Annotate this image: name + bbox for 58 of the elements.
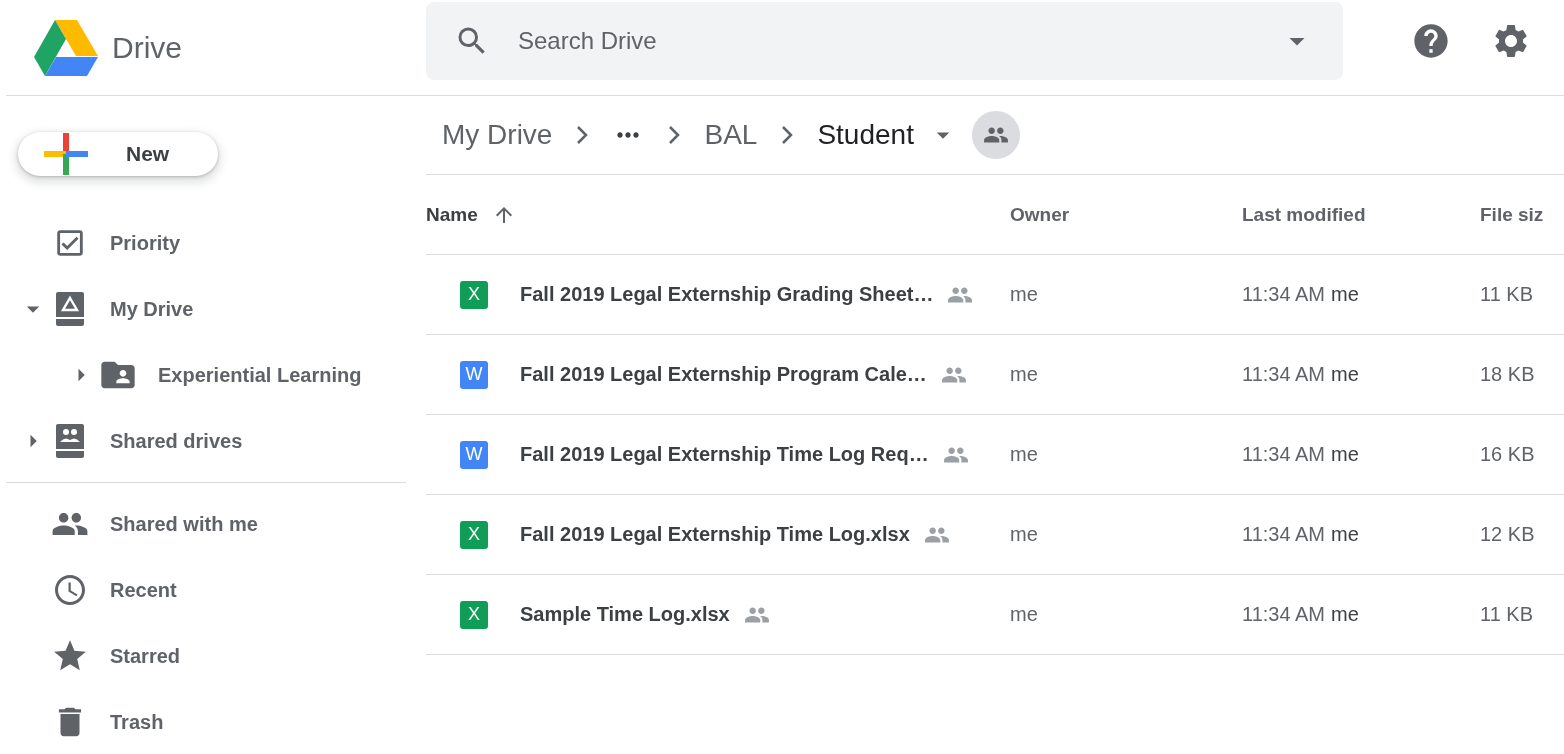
column-header[interactable]: File siz — [1480, 203, 1544, 226]
sidebar-item[interactable]: Shared drives — [110, 429, 243, 453]
modified-time: 11:34 AM — [1242, 443, 1326, 466]
column-header[interactable]: Last modified — [1242, 203, 1366, 226]
owner-cell-text: me — [1010, 603, 1039, 626]
doc-file-icon: W — [460, 440, 488, 469]
product-name: Drive — [112, 30, 182, 65]
sheet-file-icon: X — [460, 520, 488, 549]
modified-time: 11:34 AM — [1242, 603, 1326, 626]
shared-drive-icon — [53, 423, 87, 459]
modified-time: 11:34 AM — [1242, 523, 1326, 546]
sidebar-item[interactable]: Recent — [110, 578, 177, 602]
search-field[interactable]: Search Drive — [516, 25, 1253, 56]
sidebar-item[interactable]: Experiential Learning — [158, 363, 362, 387]
modified-time: 11:34 AM — [1242, 363, 1326, 386]
owner-cell-text: me — [1010, 523, 1039, 546]
doc-file-icon: W — [460, 360, 488, 389]
size-cell-text: 12 KB — [1480, 523, 1536, 546]
shared-folder-badge — [971, 111, 1020, 159]
file-name[interactable]: Fall 2019 Legal Externship Time Log.xlsx — [520, 523, 910, 546]
size-cell-text: 11 KB — [1480, 603, 1534, 626]
plus-icon — [44, 133, 88, 175]
file-name[interactable]: Fall 2019 Legal Externship Grading Sheet… — [520, 283, 934, 306]
owner-cell-text: me — [1010, 443, 1039, 466]
size-cell-text: 11 KB — [1480, 283, 1534, 306]
column-header[interactable]: Name — [426, 203, 478, 226]
modified-time: 11:34 AM — [1242, 283, 1326, 306]
new-button[interactable]: New — [18, 132, 218, 176]
modified-by: me — [1331, 283, 1359, 306]
sidebar-item[interactable]: Trash — [110, 710, 164, 734]
search-bar[interactable]: Search Drive — [426, 1, 1343, 80]
sidebar-item[interactable]: Shared with me — [110, 512, 258, 536]
chevron-icon — [576, 126, 589, 144]
sidebar-item[interactable]: My Drive — [110, 297, 194, 321]
breadcrumb-item[interactable]: BAL — [704, 119, 758, 151]
owner-cell-text: me — [1010, 283, 1039, 306]
clock-icon — [52, 572, 88, 608]
drive-icon — [53, 291, 87, 327]
sheet-file-icon: X — [460, 280, 488, 309]
modified-by: me — [1331, 363, 1359, 386]
modified-by: me — [1331, 523, 1359, 546]
size-cell-text: 16 KB — [1480, 443, 1536, 466]
breadcrumb-item[interactable]: Student — [817, 119, 914, 151]
sidebar-item[interactable]: Priority — [110, 231, 181, 255]
chevron-icon — [668, 126, 681, 144]
drive-logo — [34, 19, 98, 76]
owner-cell-text: me — [1010, 363, 1039, 386]
breadcrumb-item[interactable]: My Drive — [442, 119, 553, 151]
file-name[interactable]: Sample Time Log.xlsx — [520, 603, 730, 626]
file-name[interactable]: Fall 2019 Legal Externship Program Cale… — [520, 363, 927, 386]
modified-by: me — [1331, 443, 1359, 466]
sidebar-item[interactable]: Starred — [110, 644, 181, 668]
modified-by: me — [1331, 603, 1359, 626]
chevron-icon — [781, 126, 794, 144]
size-cell-text: 18 KB — [1480, 363, 1536, 386]
sheet-file-icon: X — [460, 600, 488, 629]
column-header[interactable]: Owner — [1010, 203, 1070, 226]
file-name[interactable]: Fall 2019 Legal Externship Time Log Req… — [520, 443, 929, 466]
